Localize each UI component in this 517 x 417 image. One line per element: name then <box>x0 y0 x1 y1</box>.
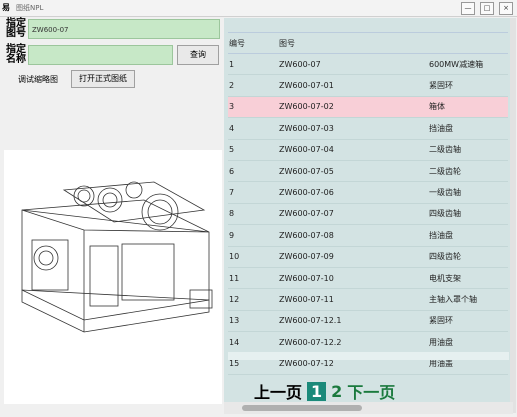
table-row[interactable]: 13 ZW600-07-12.1 紧固环 <box>228 310 508 333</box>
current-page: 1 <box>307 381 327 401</box>
window-title: 图纸NPL <box>16 4 44 12</box>
cell-drawing-no: ZW600-07-08 <box>278 224 428 247</box>
cell-drawing-no: ZW600-07-07 <box>278 203 428 226</box>
cell-name: 挡油盘 <box>428 117 508 140</box>
table-row[interactable]: 2 ZW600-07-01 紧固环 <box>228 74 508 97</box>
table-row[interactable]: 8 ZW600-07-07 四级齿轴 <box>228 203 508 226</box>
title-bar: 易 图纸NPL — □ × <box>0 0 517 17</box>
cell-name: 挡油盘 <box>428 224 508 247</box>
cell-name: 紧固环 <box>428 74 508 97</box>
vertical-scrollbar[interactable] <box>510 18 516 413</box>
page-2-link[interactable]: 2 <box>331 382 342 401</box>
cell-drawing-no: ZW600-07-04 <box>278 139 428 161</box>
table-row[interactable]: 1 ZW600-07 600MW减速箱 <box>228 53 508 76</box>
thumbnail-label: 调试缩略图 <box>18 75 58 84</box>
cell-drawing-no: ZW600-07-05 <box>278 160 428 183</box>
scroll-thumb[interactable] <box>242 405 362 411</box>
cell-name: 箱体 <box>428 96 508 119</box>
table-row[interactable]: 6 ZW600-07-05 二级齿轮 <box>228 160 508 183</box>
header-name <box>428 32 508 54</box>
minimize-button[interactable]: — <box>461 2 475 15</box>
drawing-no-input[interactable]: ZW600-07 <box>28 19 220 39</box>
cell-no: 3 <box>228 96 278 119</box>
cell-drawing-no: ZW600-07-06 <box>278 181 428 204</box>
table-row[interactable]: 7 ZW600-07-06 一级齿轴 <box>228 181 508 204</box>
cell-drawing-no: ZW600-07-01 <box>278 74 428 97</box>
table-row[interactable]: 11 ZW600-07-10 电机支架 <box>228 267 508 290</box>
name-input[interactable] <box>28 45 173 65</box>
cell-name: 二级齿轮 <box>428 160 508 183</box>
name-label: 指定名称 <box>6 44 26 65</box>
cell-name: 四级齿轮 <box>428 246 508 268</box>
thumbnail-preview <box>4 150 222 404</box>
cell-no: 12 <box>228 288 278 311</box>
table-horizontal-scrollbar[interactable] <box>228 352 509 360</box>
drawing-list-panel: 编号 图号 1 ZW600-07 600MW减速箱 2 ZW600-07-01 紧固环 3 Z… <box>224 18 513 402</box>
table-row[interactable]: 10 ZW600-07-09 四级齿轮 <box>228 246 508 268</box>
cell-no: 7 <box>228 181 278 204</box>
table-row[interactable]: 5 ZW600-07-04 二级齿轴 <box>228 139 508 161</box>
cell-name: 600MW减速箱 <box>428 53 508 76</box>
cell-no: 9 <box>228 224 278 247</box>
cell-no: 2 <box>228 74 278 97</box>
gearbox-drawing <box>21 181 213 333</box>
cell-drawing-no: ZW600-07-09 <box>278 246 428 268</box>
cell-no: 13 <box>228 310 278 333</box>
close-button[interactable]: × <box>499 2 513 15</box>
cell-no: 8 <box>228 203 278 226</box>
cell-no: 6 <box>228 160 278 183</box>
table-row[interactable]: 12 ZW600-07-11 主轴入罩个轴 <box>228 288 508 311</box>
cell-name: 一级齿轴 <box>428 181 508 204</box>
table-row[interactable]: 9 ZW600-07-08 挡油盘 <box>228 224 508 247</box>
cell-name: 用油盘 <box>428 331 508 354</box>
cell-drawing-no: ZW600-07-12.1 <box>278 310 428 333</box>
drawing-table: 编号 图号 1 ZW600-07 600MW减速箱 2 ZW600-07-01 紧固环 3 Z… <box>228 32 508 375</box>
cell-drawing-no: ZW600-07-10 <box>278 267 428 290</box>
cell-no: 10 <box>228 246 278 268</box>
drawing-no-label: 指定图号 <box>6 18 26 39</box>
cell-name: 四级齿轴 <box>428 203 508 226</box>
open-drawing-button[interactable]: 打开正式图纸 <box>71 70 135 88</box>
cell-name: 电机支架 <box>428 267 508 290</box>
app-icon: 易 <box>2 3 10 12</box>
cell-drawing-no: ZW600-07-12.2 <box>278 331 428 354</box>
search-button[interactable]: 查询 <box>177 45 219 65</box>
cell-name: 紧固环 <box>428 310 508 333</box>
header-drawing-no: 图号 <box>278 32 428 54</box>
table-header: 编号 图号 <box>228 32 508 54</box>
table-row[interactable]: 3 ZW600-07-02 箱体 <box>228 96 508 119</box>
cell-drawing-no: ZW600-07-02 <box>278 96 428 119</box>
cell-drawing-no: ZW600-07 <box>278 53 428 76</box>
restore-button[interactable]: □ <box>480 2 494 15</box>
cell-name: 二级齿轴 <box>428 139 508 161</box>
cell-no: 14 <box>228 331 278 354</box>
cell-drawing-no: ZW600-07-03 <box>278 117 428 140</box>
cell-no: 5 <box>228 139 278 161</box>
next-page-link[interactable]: 下一页 <box>347 379 395 403</box>
cell-drawing-no: ZW600-07-11 <box>278 288 428 311</box>
bottom-scrollbar[interactable] <box>224 402 513 414</box>
table-row[interactable]: 14 ZW600-07-12.2 用油盘 <box>228 331 508 354</box>
prev-page-link[interactable]: 上一页 <box>254 379 302 403</box>
header-no: 编号 <box>228 32 278 54</box>
cell-no: 4 <box>228 117 278 140</box>
cell-no: 1 <box>228 53 278 76</box>
table-row[interactable]: 4 ZW600-07-03 挡油盘 <box>228 117 508 140</box>
pagination: 上一页 1 2 下一页 <box>254 379 395 403</box>
cell-name: 主轴入罩个轴 <box>428 288 508 311</box>
cell-no: 11 <box>228 267 278 290</box>
